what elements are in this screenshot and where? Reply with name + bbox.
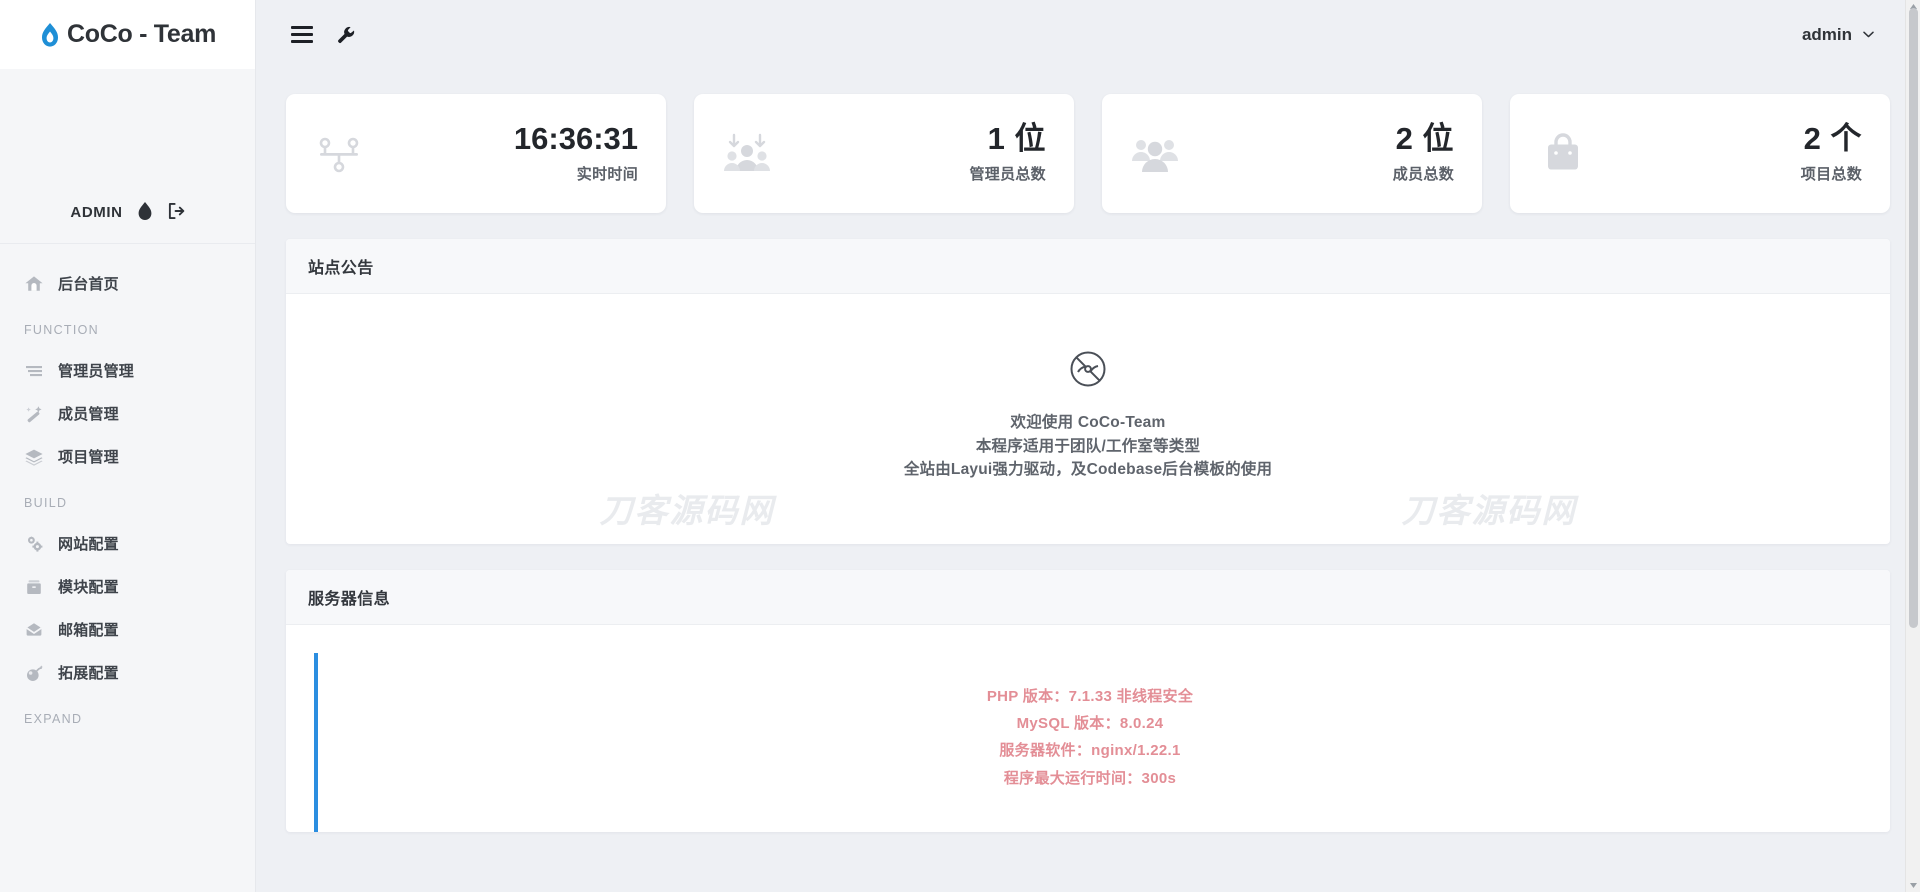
logout-icon[interactable] bbox=[167, 201, 185, 221]
stat-card-projects: 2 个 项目总数 bbox=[1510, 94, 1890, 213]
no-disc-icon bbox=[1070, 351, 1106, 387]
sidebar-item-label: 项目管理 bbox=[58, 449, 119, 466]
stat-card-value: 16:36:31 bbox=[513, 121, 638, 157]
user-name: admin bbox=[1801, 24, 1852, 44]
server-panel: 服务器信息 PHP 版本：7.1.33 非线程安全 MySQL 版本：8.0.2… bbox=[286, 569, 1890, 832]
sidebar: CoCo - Team ADMIN 后台首页 FUNCTION 管理员管理 成员… bbox=[0, 0, 256, 892]
watermark-left: 刀客源码网 bbox=[599, 490, 775, 530]
sidebar-item-member-manage[interactable]: 成员管理 bbox=[0, 392, 255, 435]
profile-name: ADMIN bbox=[70, 204, 123, 221]
sidebar-item-module-config[interactable]: 模块配置 bbox=[0, 565, 255, 608]
stat-card-label: 实时时间 bbox=[576, 165, 638, 183]
chevron-down-icon bbox=[1863, 31, 1874, 38]
layers-icon bbox=[25, 449, 43, 466]
server-line: PHP 版本：7.1.33 非线程安全 bbox=[986, 687, 1194, 705]
notice-panel-header: 站点公告 bbox=[286, 239, 1890, 294]
stat-card-label: 管理员总数 bbox=[969, 165, 1046, 183]
scrollbar-thumb[interactable] bbox=[1909, 8, 1918, 628]
stat-card-admins: 1 位 管理员总数 bbox=[694, 94, 1074, 213]
wrench-icon bbox=[338, 26, 355, 43]
stat-card-text: 2 个 项目总数 bbox=[1801, 123, 1862, 184]
hamburger-icon bbox=[291, 23, 313, 46]
briefcase-icon bbox=[1548, 132, 1578, 169]
watermark-right: 刀客源码网 bbox=[1401, 490, 1577, 530]
nav-group-label-expand: EXPAND bbox=[24, 712, 83, 726]
sidebar-item-label: 邮箱配置 bbox=[58, 622, 119, 639]
sidebar-item-label: 模块配置 bbox=[58, 579, 119, 596]
notice-line: 欢迎使用 CoCo-Team bbox=[1010, 414, 1166, 431]
sidebar-item-admin-manage[interactable]: 管理员管理 bbox=[0, 349, 255, 392]
notice-panel: 站点公告 欢迎使用 CoCo-Team 本程序适用于团队/工作室等类型 全站由L… bbox=[286, 239, 1890, 544]
sidebar-item-site-config[interactable]: 网站配置 bbox=[0, 522, 255, 565]
droplet-icon[interactable] bbox=[136, 201, 154, 221]
stat-card-time: 16:36:31 实时时间 bbox=[286, 94, 666, 213]
stat-card-label: 项目总数 bbox=[1800, 165, 1862, 183]
server-line: 服务器软件：nginx/1.22.1 bbox=[999, 742, 1181, 760]
home-icon bbox=[25, 275, 43, 291]
content: 16:36:31 实时时间 1 位 管理员总数 2 位 成员总数 2 个 项目总… bbox=[256, 69, 1920, 832]
stat-cards: 16:36:31 实时时间 1 位 管理员总数 2 位 成员总数 2 个 项目总… bbox=[286, 69, 1890, 213]
stat-card-label: 成员总数 bbox=[1392, 165, 1454, 183]
flame-icon bbox=[41, 22, 58, 47]
tools-button[interactable] bbox=[324, 13, 368, 57]
watermarks: 刀客源码网 刀客源码网 bbox=[286, 484, 1890, 532]
server-line: 程序最大运行时间：300s bbox=[1003, 769, 1177, 787]
main-area: admin 16:36:31 实时时间 1 位 管理员总数 2 位 成员总数 2… bbox=[256, 0, 1920, 892]
sidebar-item-label: 管理员管理 bbox=[58, 363, 135, 380]
sidebar-item-label: 拓展配置 bbox=[58, 665, 119, 682]
sidebar-nav: 后台首页 FUNCTION 管理员管理 成员管理 项目管理 BUILD 网站配置… bbox=[0, 244, 255, 738]
logo-bar[interactable]: CoCo - Team bbox=[0, 0, 255, 69]
list-icon bbox=[26, 365, 42, 376]
user-menu[interactable]: admin bbox=[1802, 25, 1878, 45]
admin-dashboard: CoCo - Team ADMIN 后台首页 FUNCTION 管理员管理 成员… bbox=[0, 0, 1920, 892]
magic-wand-icon bbox=[26, 405, 42, 422]
server-panel-header: 服务器信息 bbox=[286, 569, 1890, 625]
server-line: MySQL 版本：8.0.24 bbox=[1016, 714, 1164, 732]
notice-line: 本程序适用于团队/工作室等类型 bbox=[975, 437, 1201, 455]
topbar: admin bbox=[256, 0, 1920, 69]
stat-card-value: 2 位 bbox=[1395, 121, 1454, 157]
server-panel-body: PHP 版本：7.1.33 非线程安全 MySQL 版本：8.0.24 服务器软… bbox=[286, 652, 1890, 832]
notice-line: 全站由Layui强力驱动，及Codebase后台模板的使用 bbox=[903, 461, 1273, 479]
logo-text: CoCo - Team bbox=[66, 20, 217, 48]
stat-card-value: 2 个 bbox=[1803, 121, 1862, 157]
stat-card-value: 1 位 bbox=[987, 121, 1046, 157]
user-download-icon bbox=[724, 133, 770, 171]
sidebar-item-email-config[interactable]: 邮箱配置 bbox=[0, 608, 255, 651]
envelope-icon bbox=[26, 622, 42, 636]
panel-title: 服务器信息 bbox=[308, 590, 391, 608]
sidebar-item-label: 网站配置 bbox=[58, 536, 119, 553]
balance-scale-icon bbox=[319, 137, 359, 172]
panel-title: 站点公告 bbox=[308, 260, 374, 277]
stat-card-text: 2 位 成员总数 bbox=[1393, 123, 1454, 184]
sidebar-item-extension-config[interactable]: 拓展配置 bbox=[0, 651, 255, 694]
sidebar-item-label: 成员管理 bbox=[58, 406, 119, 423]
scroll-down-arrow-icon[interactable] bbox=[1909, 881, 1918, 890]
gears-icon bbox=[28, 535, 43, 552]
nav-group-label-build: BUILD bbox=[24, 496, 68, 510]
profile-block: ADMIN bbox=[0, 69, 255, 244]
stat-card-text: 16:36:31 实时时间 bbox=[514, 123, 638, 184]
server-info-block: PHP 版本：7.1.33 非线程安全 MySQL 版本：8.0.24 服务器软… bbox=[314, 652, 1862, 832]
archive-icon bbox=[27, 579, 41, 594]
sidebar-item-home[interactable]: 后台首页 bbox=[0, 262, 255, 305]
page-scrollbar[interactable] bbox=[1905, 0, 1920, 892]
sidebar-item-project-manage[interactable]: 项目管理 bbox=[0, 435, 255, 478]
notice-panel-body: 欢迎使用 CoCo-Team 本程序适用于团队/工作室等类型 全站由Layui强… bbox=[286, 294, 1890, 544]
nav-group-label-function: FUNCTION bbox=[24, 323, 99, 337]
bomb-icon bbox=[27, 664, 43, 681]
sidebar-toggle-button[interactable] bbox=[280, 13, 324, 57]
users-icon bbox=[1132, 139, 1178, 172]
stat-card-members: 2 位 成员总数 bbox=[1102, 94, 1482, 213]
stat-card-text: 1 位 管理员总数 bbox=[969, 123, 1046, 184]
sidebar-item-label: 后台首页 bbox=[58, 276, 119, 293]
